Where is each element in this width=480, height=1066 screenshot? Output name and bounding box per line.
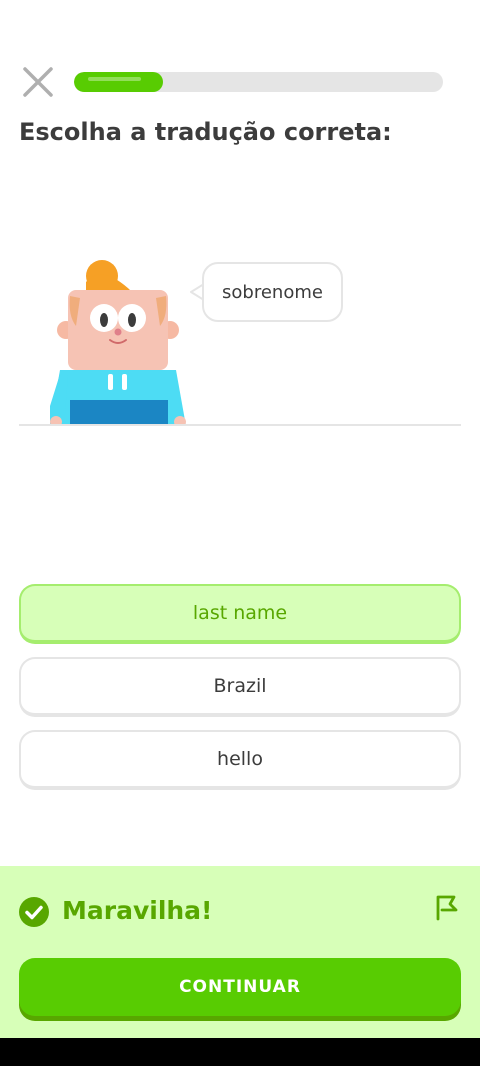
answer-option-hello[interactable]: hello (19, 730, 461, 790)
answer-option-brazil[interactable]: Brazil (19, 657, 461, 717)
character-illustration (50, 260, 186, 426)
speech-bubble-text: sobrenome (222, 281, 323, 303)
continue-button[interactable]: CONTINUAR (19, 958, 461, 1016)
progress-fill (74, 72, 163, 92)
lesson-progress-bar (74, 72, 443, 92)
close-icon (23, 67, 53, 97)
flag-icon (436, 895, 458, 921)
answer-option-last-name[interactable]: last name (19, 584, 461, 644)
system-nav-bar (0, 1038, 480, 1066)
answer-option-label: last name (192, 602, 288, 624)
close-button[interactable] (20, 64, 56, 100)
speech-bubble: sobrenome (202, 262, 343, 322)
prompt-title: Escolha a tradução correta: (19, 118, 392, 146)
report-button[interactable] (434, 893, 460, 921)
feedback-title: Maravilha! (62, 896, 213, 925)
answer-option-label: hello (217, 748, 263, 770)
check-circle-icon (19, 897, 49, 927)
answer-option-label: Brazil (213, 675, 267, 697)
divider (19, 424, 461, 426)
